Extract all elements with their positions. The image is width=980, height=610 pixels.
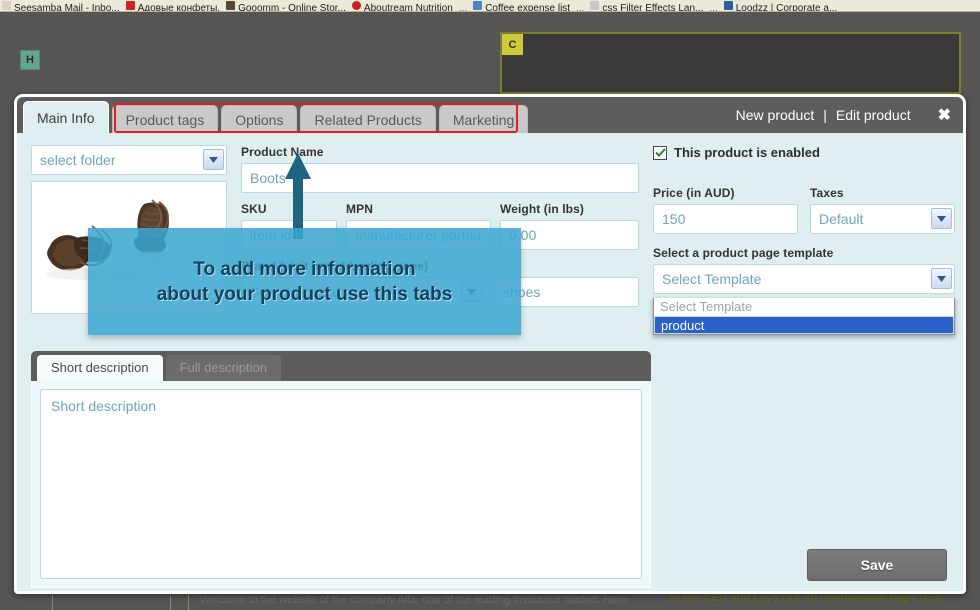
product-enabled-label: This product is enabled bbox=[674, 145, 820, 160]
brand-label: Brand (visit brand landing page) bbox=[241, 259, 429, 273]
bookmark-label: Gooomm - Online Stor... bbox=[238, 3, 346, 12]
tab-marketing[interactable]: Marketing bbox=[438, 105, 529, 133]
edit-product-link[interactable]: Edit product bbox=[836, 107, 911, 123]
new-product-link[interactable]: New product bbox=[736, 107, 815, 123]
tab-product-tags[interactable]: Product tags bbox=[111, 105, 219, 133]
description-tab-list: Short description Full description bbox=[31, 351, 651, 381]
bookmark-label: Aboutream Nutrition bbox=[363, 3, 453, 12]
dialog-tab-list: Main Info Product tags Options Related P… bbox=[17, 97, 531, 133]
close-icon[interactable]: ✖ bbox=[938, 105, 951, 125]
bookmark-overflow[interactable]: ... bbox=[459, 0, 467, 11]
bookmark-label: Seesamba Mail - Inbo... bbox=[14, 3, 120, 12]
product-fields-column: Product Name SKU MPN Weight (in lbs) bbox=[241, 145, 639, 314]
bookmark-favicon bbox=[125, 1, 135, 10]
brand-tag-input[interactable] bbox=[494, 277, 639, 307]
template-option-product[interactable]: product bbox=[654, 316, 954, 334]
bookmark-favicon bbox=[2, 1, 11, 10]
product-image-thumbnail[interactable] bbox=[31, 181, 227, 314]
product-enabled-checkbox[interactable] bbox=[653, 145, 667, 160]
save-button[interactable]: Save bbox=[807, 549, 947, 581]
template-label: Select a product page template bbox=[653, 246, 834, 260]
product-name-label: Product Name bbox=[241, 145, 324, 159]
brand-row: Select a brand bbox=[241, 277, 639, 307]
boots-photo-illustration bbox=[32, 182, 226, 313]
tab-options[interactable]: Options bbox=[221, 105, 298, 133]
taxes-label: Taxes bbox=[810, 186, 844, 200]
bookmark-label: Coffee expense list bbox=[485, 3, 571, 12]
bookmark-item[interactable]: Loodzz | Corporate a... bbox=[723, 1, 838, 12]
short-description-textarea[interactable] bbox=[40, 389, 642, 579]
brand-select[interactable]: Select a brand bbox=[241, 277, 485, 307]
heading-marker-badge-h: H bbox=[20, 50, 40, 70]
tab-related-products[interactable]: Related Products bbox=[300, 105, 436, 133]
bookmark-overflow[interactable]: ... bbox=[576, 0, 584, 11]
sku-label: SKU bbox=[241, 202, 267, 216]
product-name-input[interactable] bbox=[241, 163, 639, 193]
tab-short-description[interactable]: Short description bbox=[37, 355, 163, 381]
mpn-input[interactable] bbox=[346, 220, 491, 250]
chevron-down-icon[interactable] bbox=[931, 268, 952, 289]
bookmark-label: css Filter Effects Lan... bbox=[602, 3, 704, 12]
tab-main-info[interactable]: Main Info bbox=[23, 101, 109, 133]
bookmark-favicon bbox=[473, 1, 483, 10]
background-paragraph-text: Welcome to the website of the company Al… bbox=[200, 594, 628, 606]
weight-label: Weight (in lbs) bbox=[500, 202, 584, 216]
brand-section: Brand (visit brand landing page) Select … bbox=[241, 259, 639, 307]
template-section: Select a product page template Select Te… bbox=[653, 246, 955, 335]
chevron-down-icon[interactable] bbox=[931, 208, 952, 229]
bookmark-favicon bbox=[226, 1, 236, 10]
bookmark-item[interactable]: Aboutream Nutrition bbox=[351, 1, 453, 12]
bookmark-ellipsis: ... bbox=[709, 3, 718, 12]
weight-input[interactable] bbox=[500, 220, 639, 250]
template-select[interactable]: Select Template bbox=[653, 264, 955, 294]
bookmark-favicon bbox=[351, 1, 361, 10]
bookmark-ellipsis: ... bbox=[576, 3, 585, 12]
description-section: Short description Full description bbox=[31, 351, 651, 588]
bookmark-item[interactable]: Адовые конфеты. bbox=[125, 1, 221, 12]
description-panel bbox=[31, 381, 651, 588]
bookmark-item[interactable]: Seesamba Mail - Inbo... bbox=[2, 1, 120, 11]
dialog-header-actions: New product | Edit product ✖ bbox=[736, 105, 963, 133]
tab-full-description[interactable]: Full description bbox=[165, 355, 281, 381]
bookmark-overflow[interactable]: ... bbox=[709, 0, 717, 11]
bookmark-favicon bbox=[723, 1, 733, 10]
bookmark-ellipsis: ... bbox=[458, 3, 468, 12]
price-taxes-row: Price (in AUD) Taxes Default bbox=[653, 186, 955, 234]
media-column: select folder bbox=[31, 145, 227, 314]
sku-input[interactable] bbox=[241, 220, 337, 250]
dialog-body: select folder Product Name Boots SKU ite… bbox=[17, 133, 963, 595]
bookmark-label: Адовые конфеты. bbox=[137, 3, 221, 12]
mpn-label: MPN bbox=[346, 202, 373, 216]
content-marker-badge-c: C bbox=[502, 34, 523, 55]
header-link-separator: | bbox=[823, 107, 827, 123]
sku-mpn-weight-row: SKU MPN Weight (in lbs) bbox=[241, 202, 639, 250]
screen-root: Seesamba Mail - Inbo... Адовые конфеты. … bbox=[0, 0, 980, 610]
bookmark-item[interactable]: Coffee expense list bbox=[473, 1, 570, 11]
template-dropdown-list[interactable]: Select Template product bbox=[653, 298, 955, 335]
bookmark-label: Loodzz | Corporate a... bbox=[735, 3, 838, 12]
folder-select[interactable]: select folder bbox=[31, 145, 227, 175]
bookmark-item[interactable]: css Filter Effects Lan... bbox=[590, 1, 703, 11]
bookmark-favicon bbox=[590, 1, 600, 10]
chevron-down-icon[interactable] bbox=[461, 281, 482, 302]
pricing-column: This product is enabled Price (in AUD) T… bbox=[653, 145, 955, 335]
dialog-header: Main Info Product tags Options Related P… bbox=[17, 97, 963, 133]
folder-select-wrapper: select folder bbox=[31, 145, 227, 175]
product-enabled-row[interactable]: This product is enabled bbox=[653, 145, 955, 160]
browser-bookmark-bar: Seesamba Mail - Inbo... Адовые конфеты. … bbox=[0, 0, 980, 12]
price-label: Price (in AUD) bbox=[653, 186, 735, 200]
content-outline-block: C bbox=[500, 32, 961, 94]
template-option-placeholder[interactable]: Select Template bbox=[654, 298, 954, 316]
bookmark-item[interactable]: Gooomm - Online Stor... bbox=[226, 1, 346, 11]
chevron-down-icon[interactable] bbox=[203, 149, 224, 170]
price-input[interactable] bbox=[653, 204, 798, 234]
product-editor-dialog: Main Info Product tags Options Related P… bbox=[14, 94, 966, 594]
